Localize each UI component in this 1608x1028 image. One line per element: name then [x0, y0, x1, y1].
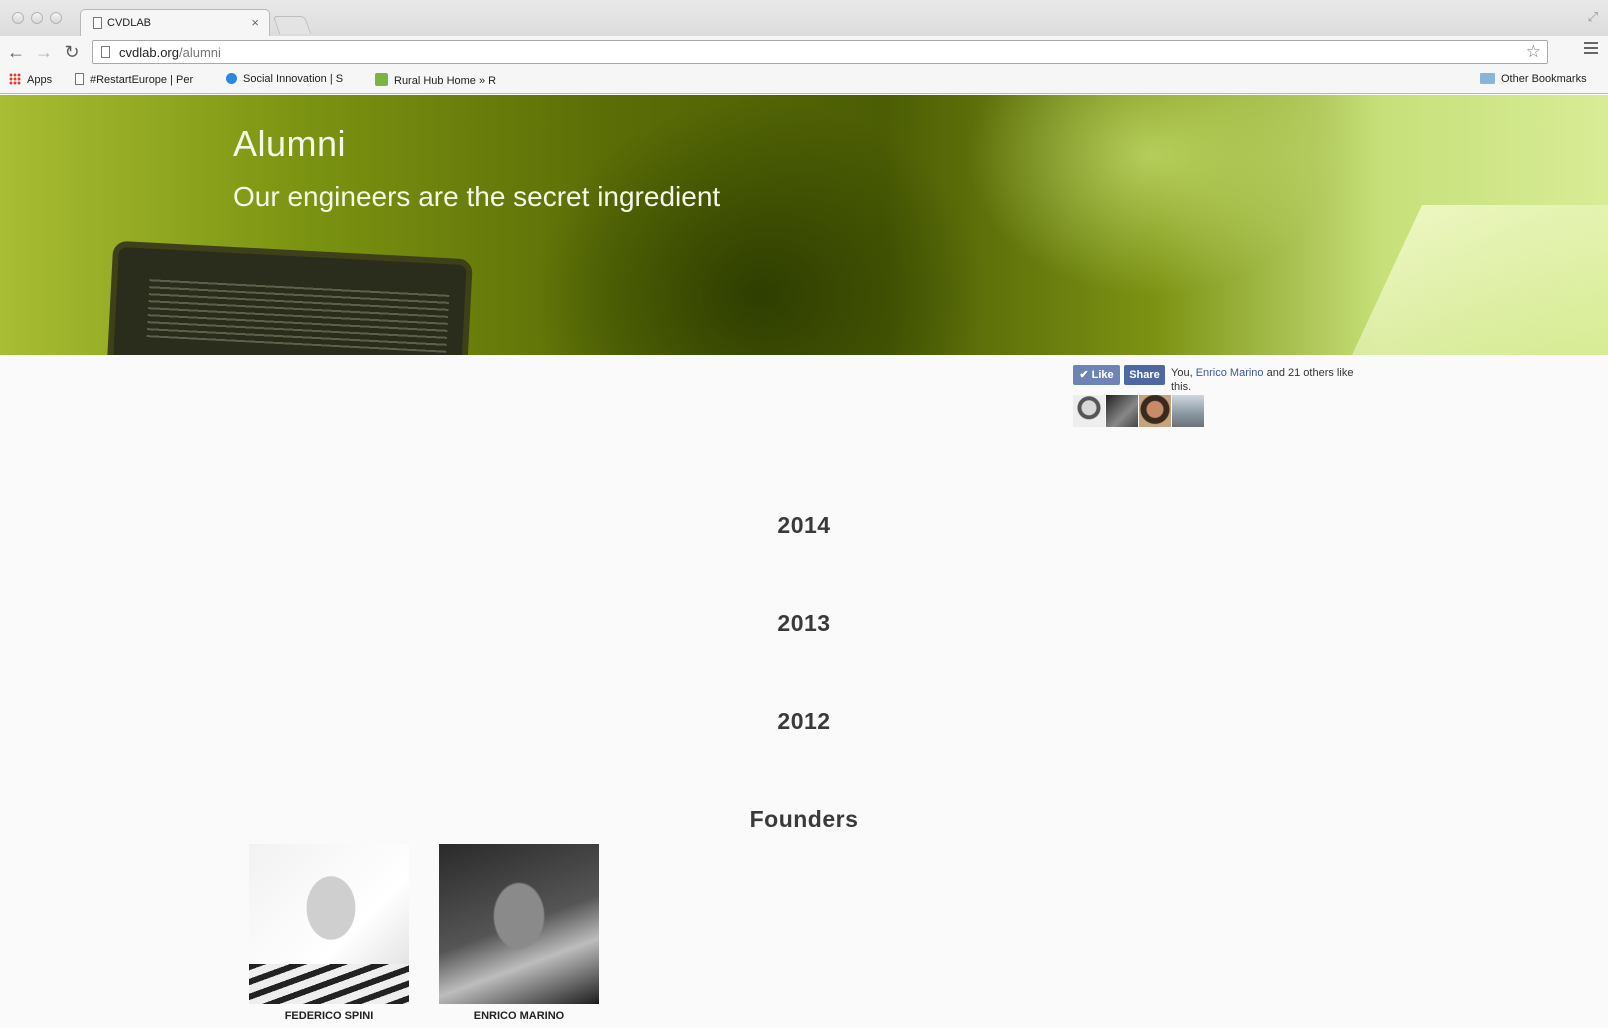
bookmarks-bar: Apps #RestartEurope | Per Social Innovat…: [0, 68, 1608, 94]
facebook-share-button[interactable]: Share: [1124, 365, 1165, 385]
facebook-friend-link[interactable]: Enrico Marino: [1196, 367, 1264, 379]
fullscreen-icon[interactable]: ⤢: [1588, 9, 1598, 25]
zoom-window-button[interactable]: [50, 12, 62, 24]
globe-icon: [226, 73, 237, 84]
other-bookmarks[interactable]: Other Bookmarks: [1480, 73, 1587, 85]
browser-tab[interactable]: CVDLAB ×: [80, 9, 270, 37]
founder-photo[interactable]: [439, 844, 599, 1004]
page-subtitle: Our engineers are the secret ingredient: [233, 181, 721, 212]
avatar[interactable]: [1172, 395, 1204, 427]
avatar[interactable]: [1073, 395, 1105, 427]
minimize-window-button[interactable]: [31, 12, 43, 24]
other-bookmarks-label: Other Bookmarks: [1501, 73, 1587, 85]
page-icon: [93, 17, 102, 29]
url-text[interactable]: cvdlab.org/alumni: [119, 45, 221, 60]
section-heading-2013: 2013: [777, 610, 831, 636]
bookmark-label: Rural Hub Home » R: [394, 75, 497, 87]
bookmark-label: Apps: [27, 74, 53, 86]
bookmark-apps[interactable]: Apps: [9, 73, 52, 86]
page-icon: [101, 46, 110, 58]
url-path: /alumni: [178, 45, 221, 60]
bookmark-social-innovation[interactable]: Social Innovation | S: [226, 73, 343, 85]
page-title: Alumni: [233, 123, 347, 164]
reload-icon[interactable]: ↻: [60, 40, 84, 64]
bookmark-restart-europe[interactable]: #RestartEurope | Per: [75, 73, 193, 86]
avatar[interactable]: [1106, 395, 1138, 427]
rural-hub-icon: [375, 73, 388, 86]
founder-name: FEDERICO SPINI: [284, 1010, 374, 1022]
bookmark-star-icon[interactable]: ☆: [1526, 42, 1541, 62]
tab-title: CVDLAB: [107, 17, 152, 29]
address-bar[interactable]: cvdlab.org/alumni ☆: [92, 40, 1548, 64]
founder-card[interactable]: ENRICO MARINO: [439, 844, 599, 1022]
folder-icon: [1480, 73, 1495, 84]
founder-name: ENRICO MARINO: [473, 1010, 565, 1022]
bookmark-label: Social Innovation | S: [243, 73, 344, 85]
facebook-like-button[interactable]: ✔ Like: [1073, 365, 1120, 385]
avatar[interactable]: [1139, 395, 1171, 427]
menu-icon[interactable]: [1584, 42, 1598, 56]
bookmark-label: #RestartEurope | Per: [90, 74, 194, 86]
close-window-button[interactable]: [12, 12, 24, 24]
facebook-faces: [1073, 395, 1205, 427]
apps-grid-icon: [9, 73, 21, 85]
hero-banner: Alumni Our engineers are the secret ingr…: [0, 95, 1608, 355]
facebook-like-text: You, Enrico Marino and 21 others like th…: [1171, 367, 1354, 393]
bookmark-rural-hub[interactable]: Rural Hub Home » R: [375, 73, 496, 87]
section-heading-founders: Founders: [749, 806, 859, 832]
forward-icon[interactable]: →: [32, 40, 56, 64]
founder-card[interactable]: FEDERICO SPINI: [249, 844, 409, 1022]
page-icon: [75, 73, 84, 85]
section-heading-2012: 2012: [777, 708, 831, 734]
new-tab-button[interactable]: [272, 16, 312, 34]
founder-photo[interactable]: [249, 844, 409, 1004]
browser-toolbar: ← → ↻ cvdlab.org/alumni ☆: [0, 36, 1608, 68]
url-host: cvdlab.org: [119, 45, 179, 60]
back-icon[interactable]: ←: [4, 40, 28, 64]
tab-close-icon[interactable]: ×: [251, 15, 259, 30]
browser-tab-bar: CVDLAB × ⤢: [0, 0, 1608, 37]
section-heading-2014: 2014: [777, 512, 831, 538]
